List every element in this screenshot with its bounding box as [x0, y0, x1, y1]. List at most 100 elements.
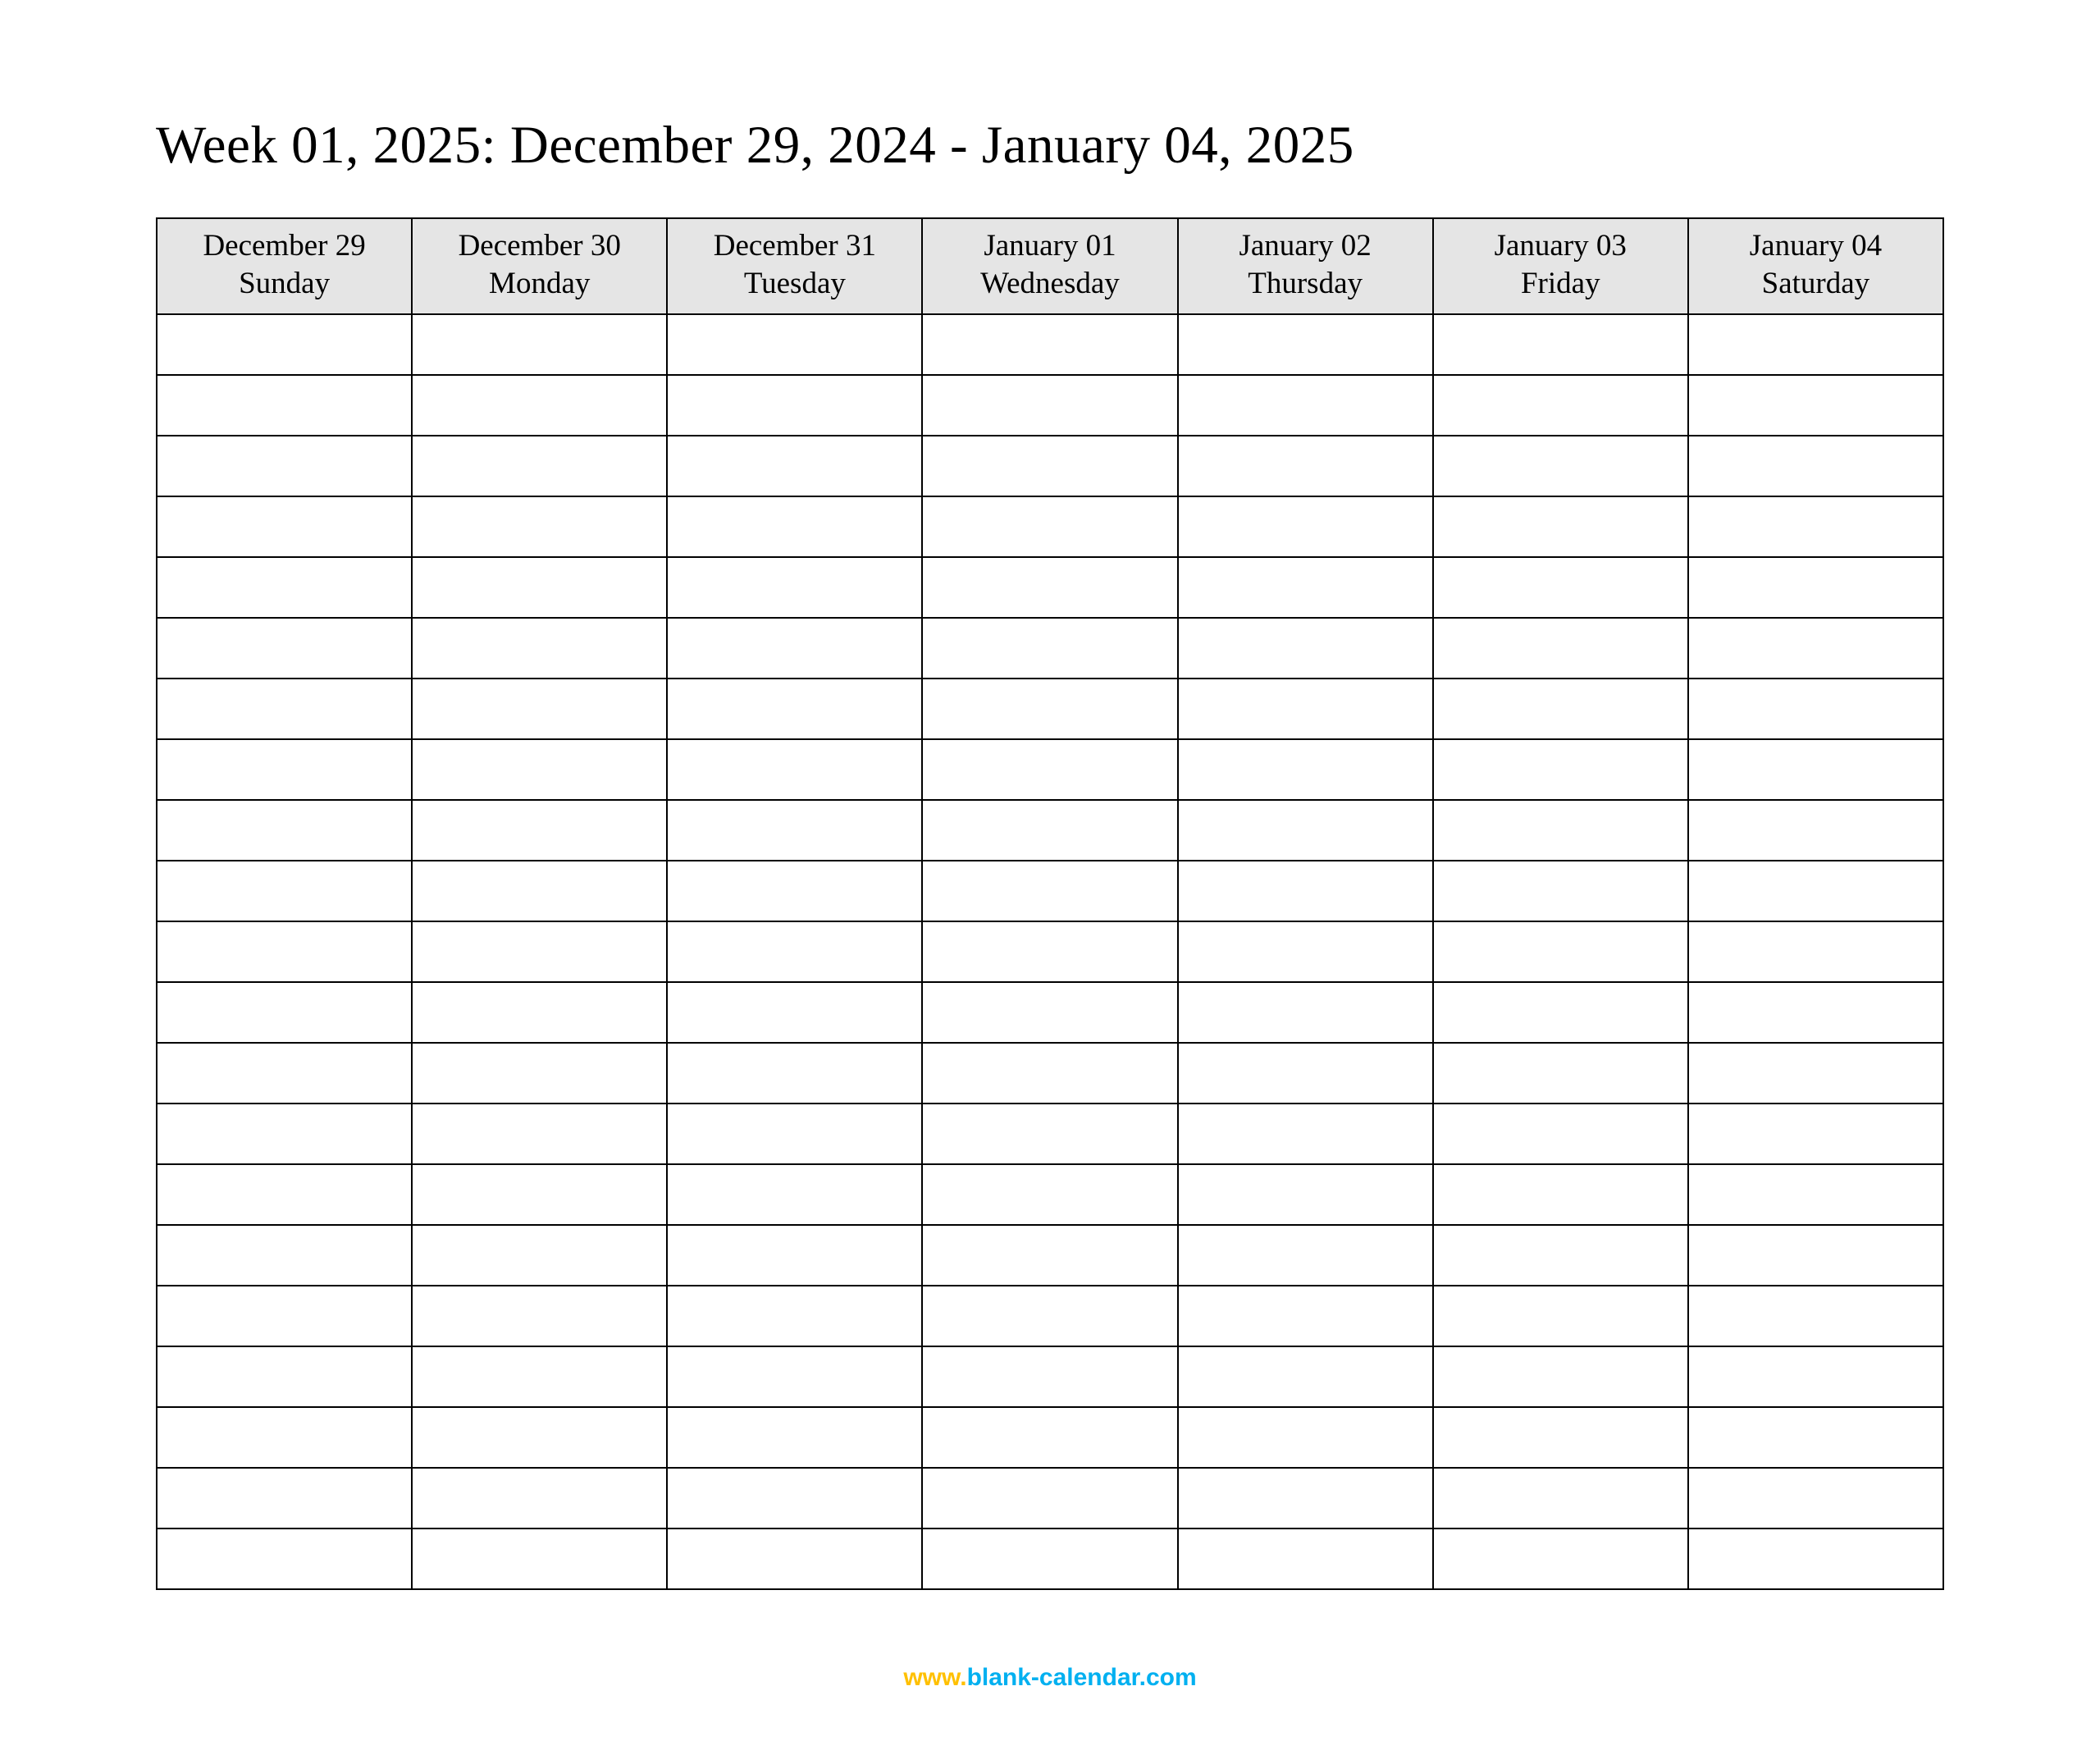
calendar-cell[interactable]	[157, 1529, 412, 1589]
calendar-cell[interactable]	[1688, 800, 1943, 861]
calendar-cell[interactable]	[412, 1225, 667, 1286]
calendar-cell[interactable]	[1178, 800, 1433, 861]
calendar-cell[interactable]	[412, 557, 667, 618]
calendar-cell[interactable]	[1178, 1043, 1433, 1104]
calendar-cell[interactable]	[667, 375, 922, 436]
calendar-cell[interactable]	[922, 1043, 1177, 1104]
calendar-cell[interactable]	[1688, 739, 1943, 800]
calendar-cell[interactable]	[1688, 1043, 1943, 1104]
calendar-cell[interactable]	[667, 1104, 922, 1164]
calendar-cell[interactable]	[922, 496, 1177, 557]
calendar-cell[interactable]	[1433, 1225, 1688, 1286]
calendar-cell[interactable]	[667, 982, 922, 1043]
calendar-cell[interactable]	[1433, 1407, 1688, 1468]
calendar-cell[interactable]	[922, 1529, 1177, 1589]
calendar-cell[interactable]	[922, 618, 1177, 679]
calendar-cell[interactable]	[412, 861, 667, 921]
calendar-cell[interactable]	[1688, 496, 1943, 557]
calendar-cell[interactable]	[922, 375, 1177, 436]
calendar-cell[interactable]	[1178, 557, 1433, 618]
calendar-cell[interactable]	[157, 739, 412, 800]
calendar-cell[interactable]	[667, 1043, 922, 1104]
calendar-cell[interactable]	[1433, 739, 1688, 800]
calendar-cell[interactable]	[1688, 314, 1943, 375]
calendar-cell[interactable]	[1688, 982, 1943, 1043]
calendar-cell[interactable]	[412, 800, 667, 861]
calendar-cell[interactable]	[667, 921, 922, 982]
calendar-cell[interactable]	[922, 1468, 1177, 1529]
calendar-cell[interactable]	[412, 982, 667, 1043]
calendar-cell[interactable]	[922, 1346, 1177, 1407]
calendar-cell[interactable]	[157, 1164, 412, 1225]
calendar-cell[interactable]	[412, 1468, 667, 1529]
calendar-cell[interactable]	[157, 800, 412, 861]
calendar-cell[interactable]	[1433, 679, 1688, 739]
calendar-cell[interactable]	[922, 1104, 1177, 1164]
calendar-cell[interactable]	[667, 1164, 922, 1225]
calendar-cell[interactable]	[922, 982, 1177, 1043]
calendar-cell[interactable]	[412, 1407, 667, 1468]
calendar-cell[interactable]	[1178, 1346, 1433, 1407]
calendar-cell[interactable]	[667, 496, 922, 557]
calendar-cell[interactable]	[1433, 800, 1688, 861]
calendar-cell[interactable]	[1688, 1529, 1943, 1589]
calendar-cell[interactable]	[157, 1104, 412, 1164]
calendar-cell[interactable]	[922, 1407, 1177, 1468]
calendar-cell[interactable]	[412, 496, 667, 557]
calendar-cell[interactable]	[922, 436, 1177, 496]
calendar-cell[interactable]	[922, 921, 1177, 982]
calendar-cell[interactable]	[922, 861, 1177, 921]
calendar-cell[interactable]	[667, 1529, 922, 1589]
calendar-cell[interactable]	[1433, 375, 1688, 436]
calendar-cell[interactable]	[1178, 1164, 1433, 1225]
calendar-cell[interactable]	[667, 1468, 922, 1529]
calendar-cell[interactable]	[412, 1164, 667, 1225]
calendar-cell[interactable]	[1178, 1225, 1433, 1286]
calendar-cell[interactable]	[667, 1286, 922, 1346]
calendar-cell[interactable]	[1688, 861, 1943, 921]
calendar-cell[interactable]	[1433, 1468, 1688, 1529]
calendar-cell[interactable]	[412, 1346, 667, 1407]
calendar-cell[interactable]	[1178, 375, 1433, 436]
calendar-cell[interactable]	[1688, 1407, 1943, 1468]
calendar-cell[interactable]	[157, 982, 412, 1043]
calendar-cell[interactable]	[157, 375, 412, 436]
calendar-cell[interactable]	[922, 557, 1177, 618]
calendar-cell[interactable]	[412, 1286, 667, 1346]
calendar-cell[interactable]	[667, 679, 922, 739]
calendar-cell[interactable]	[157, 1043, 412, 1104]
calendar-cell[interactable]	[1433, 1346, 1688, 1407]
calendar-cell[interactable]	[157, 1407, 412, 1468]
calendar-cell[interactable]	[412, 314, 667, 375]
calendar-cell[interactable]	[1178, 679, 1433, 739]
calendar-cell[interactable]	[667, 314, 922, 375]
calendar-cell[interactable]	[412, 739, 667, 800]
calendar-cell[interactable]	[1433, 436, 1688, 496]
calendar-cell[interactable]	[667, 1407, 922, 1468]
calendar-cell[interactable]	[412, 679, 667, 739]
calendar-cell[interactable]	[922, 1164, 1177, 1225]
calendar-cell[interactable]	[1688, 921, 1943, 982]
calendar-cell[interactable]	[1178, 314, 1433, 375]
calendar-cell[interactable]	[412, 1104, 667, 1164]
calendar-cell[interactable]	[1433, 496, 1688, 557]
calendar-cell[interactable]	[412, 375, 667, 436]
calendar-cell[interactable]	[1433, 1104, 1688, 1164]
calendar-cell[interactable]	[1178, 1104, 1433, 1164]
calendar-cell[interactable]	[1688, 1286, 1943, 1346]
calendar-cell[interactable]	[1688, 1346, 1943, 1407]
calendar-cell[interactable]	[1433, 861, 1688, 921]
calendar-cell[interactable]	[922, 800, 1177, 861]
calendar-cell[interactable]	[1433, 1164, 1688, 1225]
calendar-cell[interactable]	[1178, 618, 1433, 679]
calendar-cell[interactable]	[667, 557, 922, 618]
calendar-cell[interactable]	[667, 618, 922, 679]
calendar-cell[interactable]	[667, 436, 922, 496]
calendar-cell[interactable]	[1178, 1468, 1433, 1529]
calendar-cell[interactable]	[922, 1225, 1177, 1286]
calendar-cell[interactable]	[1688, 1164, 1943, 1225]
calendar-cell[interactable]	[1688, 1104, 1943, 1164]
calendar-cell[interactable]	[1688, 679, 1943, 739]
calendar-cell[interactable]	[412, 1043, 667, 1104]
calendar-cell[interactable]	[157, 1286, 412, 1346]
